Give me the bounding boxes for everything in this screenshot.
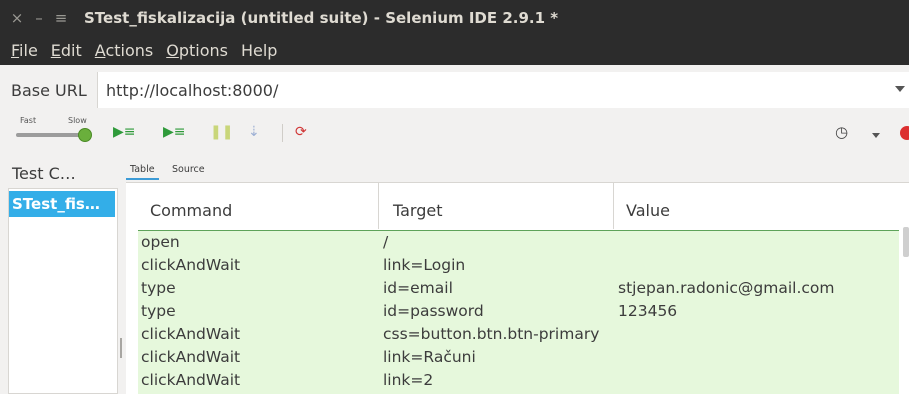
table-row[interactable]: clickAndWait link=2 [138,369,899,392]
cell-target: id=password [383,302,484,320]
menu-bar: File Edit Actions Options Help [0,36,909,65]
cell-target: link=2 [383,371,434,389]
table-row[interactable]: clickAndWait link=Login [138,254,899,277]
cell-command: clickAndWait [141,325,241,343]
title-bar: × – ≡ STest_fiskalizacija (untitled suit… [0,0,909,36]
window-title: STest_fiskalizacija (untitled suite) - S… [84,9,559,27]
table-row[interactable]: open / [138,231,899,254]
panel-splitter[interactable] [120,338,122,358]
cell-target: link=Računi [383,348,476,366]
play-current-icon[interactable]: ▶≡ [163,124,186,140]
chevron-down-icon[interactable] [895,86,905,92]
table-row[interactable]: clickAndWait css=button.btn.btn-primary [138,323,899,346]
rollup-icon[interactable]: ⟳ [295,124,307,140]
column-header-target[interactable]: Target [378,183,613,229]
cell-command: clickAndWait [141,348,241,366]
menu-actions[interactable]: Actions [87,41,158,60]
window-menu-icon[interactable]: ≡ [50,9,72,27]
menu-help[interactable]: Help [233,41,282,60]
test-case-header: Test C… [12,164,76,183]
command-table: Command Target Value open / clickAndWait… [126,182,909,394]
speed-slow-label: Slow [68,116,87,125]
cell-command: clickAndWait [141,371,241,389]
base-url-bar: Base URL http://localhost:8000/ [0,72,909,108]
table-row[interactable]: clickAndWait link=Računi [138,346,899,369]
close-icon[interactable]: × [6,9,28,27]
test-case-list: STest_fis… [8,188,118,394]
cell-command: clickAndWait [141,256,241,274]
speed-fast-label: Fast [20,116,37,125]
cell-command: open [141,233,180,251]
menu-options[interactable]: Options [158,41,233,60]
minimize-icon[interactable]: – [28,9,50,27]
cell-target: / [383,233,389,251]
pause-icon[interactable]: ❚❚ [210,124,233,140]
cell-command: type [141,279,176,297]
speed-knob[interactable] [78,128,92,142]
base-url-value: http://localhost:8000/ [106,80,279,100]
column-header-value[interactable]: Value [613,183,909,229]
base-url-input[interactable]: http://localhost:8000/ [97,72,909,108]
clock-icon[interactable]: ◷ [835,124,848,140]
table-scrollbar[interactable] [903,227,909,257]
chevron-down-icon[interactable] [872,133,880,138]
menu-file[interactable]: File [0,41,43,60]
cell-value: stjepan.radonic@gmail.com [618,279,835,297]
toolbar-separator [282,124,283,142]
cell-target: css=button.btn.btn-primary [383,325,600,343]
table-row[interactable]: type id=password 123456 [138,300,899,323]
cell-command: type [141,302,176,320]
cell-target: id=email [383,279,453,297]
column-header-command[interactable]: Command [126,183,378,229]
base-url-label: Base URL [11,80,87,100]
play-all-icon[interactable]: ▶≡ [113,124,136,140]
menu-edit[interactable]: Edit [43,41,87,60]
command-rows: open / clickAndWait link=Login type id=e… [138,230,899,394]
step-icon[interactable]: ⇣ [248,124,260,140]
table-row[interactable]: type id=email stjepan.radonic@gmail.com [138,277,899,300]
editor-tabs: Table Source [118,156,909,182]
cell-value: 123456 [618,302,678,320]
cell-target: link=Login [383,256,466,274]
tab-table[interactable]: Table [126,164,159,180]
speed-slider[interactable]: Fast Slow [14,116,94,146]
test-suite-panel: Test C… STest_fis… [0,156,122,394]
test-case-item[interactable]: STest_fis… [9,191,115,217]
record-icon[interactable] [900,126,909,140]
toolbar: Fast Slow ▶≡ ▶≡ ❚❚ ⇣ ⟳ ◷ [0,112,909,156]
tab-source[interactable]: Source [170,164,207,175]
